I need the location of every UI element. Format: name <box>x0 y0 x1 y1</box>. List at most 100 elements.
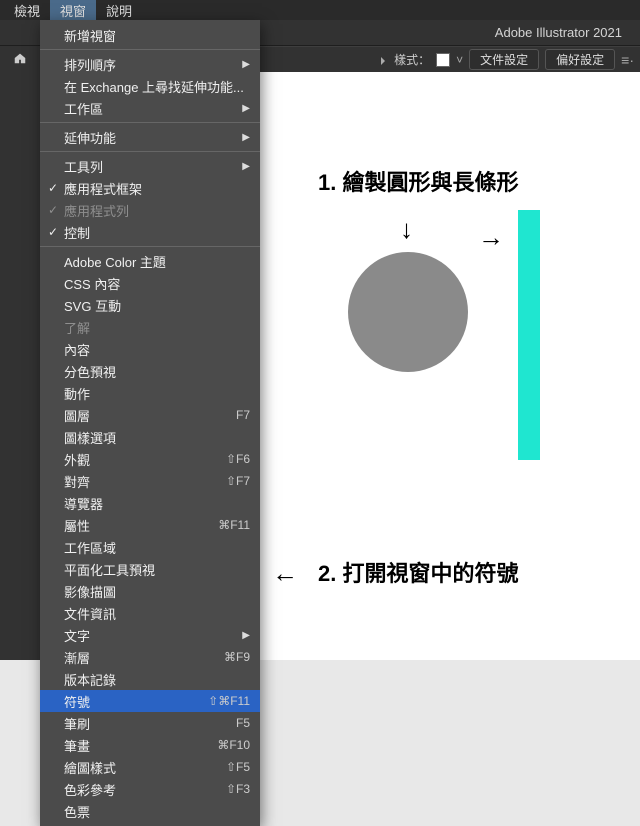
menu-item[interactable]: 工作區 ▶ <box>40 97 260 119</box>
menu-item[interactable]: ✓控制 <box>40 221 260 243</box>
menu-item-label: 排列順序 <box>64 55 116 74</box>
menu-item-label: 圖層 <box>64 406 90 425</box>
style-label: 樣式： <box>394 51 430 68</box>
menu-item-label: 版本記錄 <box>64 670 116 689</box>
menu-item-label: 符號 <box>64 692 90 711</box>
menu-item[interactable]: CSS 內容 <box>40 272 260 294</box>
menu-item[interactable]: 文字 ▶ <box>40 624 260 646</box>
menu-item[interactable]: 筆畫⌘F10 <box>40 734 260 756</box>
menu-item-label: 筆刷 <box>64 714 90 733</box>
style-swatch[interactable] <box>436 53 450 67</box>
menu-item-label: SVG 互動 <box>64 296 121 315</box>
menu-item[interactable]: Adobe Color 主題 <box>40 250 260 272</box>
menu-item-label: 內容 <box>64 340 90 359</box>
menu-item-label: 工作區 <box>64 99 103 118</box>
menu-item[interactable]: 平面化工具預視 <box>40 558 260 580</box>
menu-shortcut: ⇧F5 <box>226 760 250 774</box>
menu-item[interactable]: ✓應用程式框架 <box>40 177 260 199</box>
menu-item-label: 色票 <box>64 802 90 821</box>
pref-button[interactable]: 偏好設定 <box>545 49 615 70</box>
window-menu-dropdown: 新增視窗排列順序▶在 Exchange 上尋找延伸功能...工作區▶延伸功能▶工… <box>40 20 260 826</box>
menu-item-label: 文字 <box>64 626 90 645</box>
style-dropdown-icon[interactable]: ˅ <box>456 53 463 67</box>
menu-item-label: 影像描圖 <box>64 582 116 601</box>
menu-shortcut: ⌘F10 <box>217 738 250 752</box>
menu-item[interactable]: 內容 <box>40 338 260 360</box>
check-icon: ✓ <box>48 203 58 217</box>
menu-shortcut: ⌘F9 <box>224 650 250 664</box>
menu-item[interactable]: 版本記錄 <box>40 668 260 690</box>
menu-item-label: 文件資訊 <box>64 604 116 623</box>
menu-shortcut: ⇧F3 <box>226 782 250 796</box>
menu-item-label: 圖樣選項 <box>64 428 116 447</box>
menu-item[interactable]: 圖層F7 <box>40 404 260 426</box>
chevron-right-icon[interactable] <box>378 55 388 65</box>
menu-item[interactable]: 色票 <box>40 800 260 822</box>
menu-item[interactable]: 對齊⇧F7 <box>40 470 260 492</box>
menu-item-label: Adobe Color 主題 <box>64 252 166 271</box>
menu-item-label: 了解 <box>64 318 90 337</box>
menu-item[interactable]: 文件資訊 <box>40 602 260 624</box>
menu-item[interactable]: 延伸功能 ▶ <box>40 126 260 148</box>
menu-shortcut: ⇧⌘F11 <box>208 694 250 708</box>
menu-item[interactable]: 符號 ⇧⌘F11 <box>40 690 260 712</box>
arrow-down-icon: ↓ <box>400 216 413 242</box>
submenu-arrow-icon: ▶ <box>242 103 250 114</box>
menu-item[interactable]: 影像描圖 <box>40 580 260 602</box>
menu-item[interactable]: 色彩參考 ⇧F3 <box>40 778 260 800</box>
menubar: 檢視 視窗 說明 <box>0 0 640 20</box>
menu-item[interactable]: 排列順序 ▶ <box>40 53 260 75</box>
menu-item-label: 工具列 <box>64 157 103 176</box>
menu-item-label: 對齊 <box>64 472 90 491</box>
menu-item[interactable]: 分色預視 <box>40 360 260 382</box>
menu-item-label: 導覽器 <box>64 494 103 513</box>
menu-item-label: 動作 <box>64 384 90 403</box>
menu-item[interactable]: 筆刷F5 <box>40 712 260 734</box>
doc-setup-button[interactable]: 文件設定 <box>469 49 539 70</box>
menu-item: 了解 <box>40 316 260 338</box>
menu-separator <box>40 246 260 247</box>
menu-item[interactable]: 外觀 ⇧F6 <box>40 448 260 470</box>
menu-item[interactable]: SVG 互動 <box>40 294 260 316</box>
menu-window[interactable]: 視窗 <box>50 0 96 22</box>
menu-item-label: 控制 <box>64 223 90 242</box>
home-button[interactable] <box>0 46 40 72</box>
submenu-arrow-icon: ▶ <box>242 132 250 143</box>
menu-item[interactable]: 動作 <box>40 382 260 404</box>
home-icon <box>13 51 27 68</box>
menu-item-label: 外觀 <box>64 450 90 469</box>
menu-item-label: 在 Exchange 上尋找延伸功能... <box>64 77 244 96</box>
menu-shortcut: ⌘F11 <box>218 518 250 532</box>
menu-item: ✓ 應用程式列 <box>40 199 260 221</box>
menu-item-label: 色彩參考 <box>64 780 116 799</box>
menu-item-label: 工作區域 <box>64 538 116 557</box>
menu-item[interactable]: 在 Exchange 上尋找延伸功能... <box>40 75 260 97</box>
annotation-step1: 1. 繪製圓形與長條形 <box>318 165 518 197</box>
menu-separator <box>40 151 260 152</box>
submenu-arrow-icon: ▶ <box>242 630 250 641</box>
menu-help[interactable]: 說明 <box>96 0 142 22</box>
arrow-right-icon: → <box>478 224 504 250</box>
menu-item[interactable]: 漸層⌘F9 <box>40 646 260 668</box>
menu-view[interactable]: 檢視 <box>4 0 50 22</box>
rectangle-shape[interactable] <box>518 210 540 460</box>
app-title: Adobe Illustrator 2021 <box>495 25 622 40</box>
menu-item-label: 新增視窗 <box>64 26 116 45</box>
menu-shortcut: ⇧F6 <box>226 452 250 466</box>
submenu-arrow-icon: ▶ <box>242 161 250 172</box>
menu-item-label: 應用程式列 <box>64 201 129 220</box>
circle-shape[interactable] <box>348 252 468 372</box>
submenu-arrow-icon: ▶ <box>242 59 250 70</box>
annotation-step2: 2. 打開視窗中的符號 <box>318 556 518 588</box>
menu-item[interactable]: 工具列 ▶ <box>40 155 260 177</box>
arrow-left-icon: ← <box>272 560 298 586</box>
menu-item[interactable]: 圖樣選項 <box>40 426 260 448</box>
left-panel <box>0 72 40 660</box>
menu-item[interactable]: 屬性⌘F11 <box>40 514 260 536</box>
align-icon[interactable]: ≡· <box>621 52 634 68</box>
menu-item-label: 延伸功能 <box>64 128 116 147</box>
menu-item[interactable]: 繪圖樣式⇧F5 <box>40 756 260 778</box>
menu-item[interactable]: 導覽器 <box>40 492 260 514</box>
menu-item[interactable]: 工作區域 <box>40 536 260 558</box>
menu-item[interactable]: 新增視窗 <box>40 24 260 46</box>
